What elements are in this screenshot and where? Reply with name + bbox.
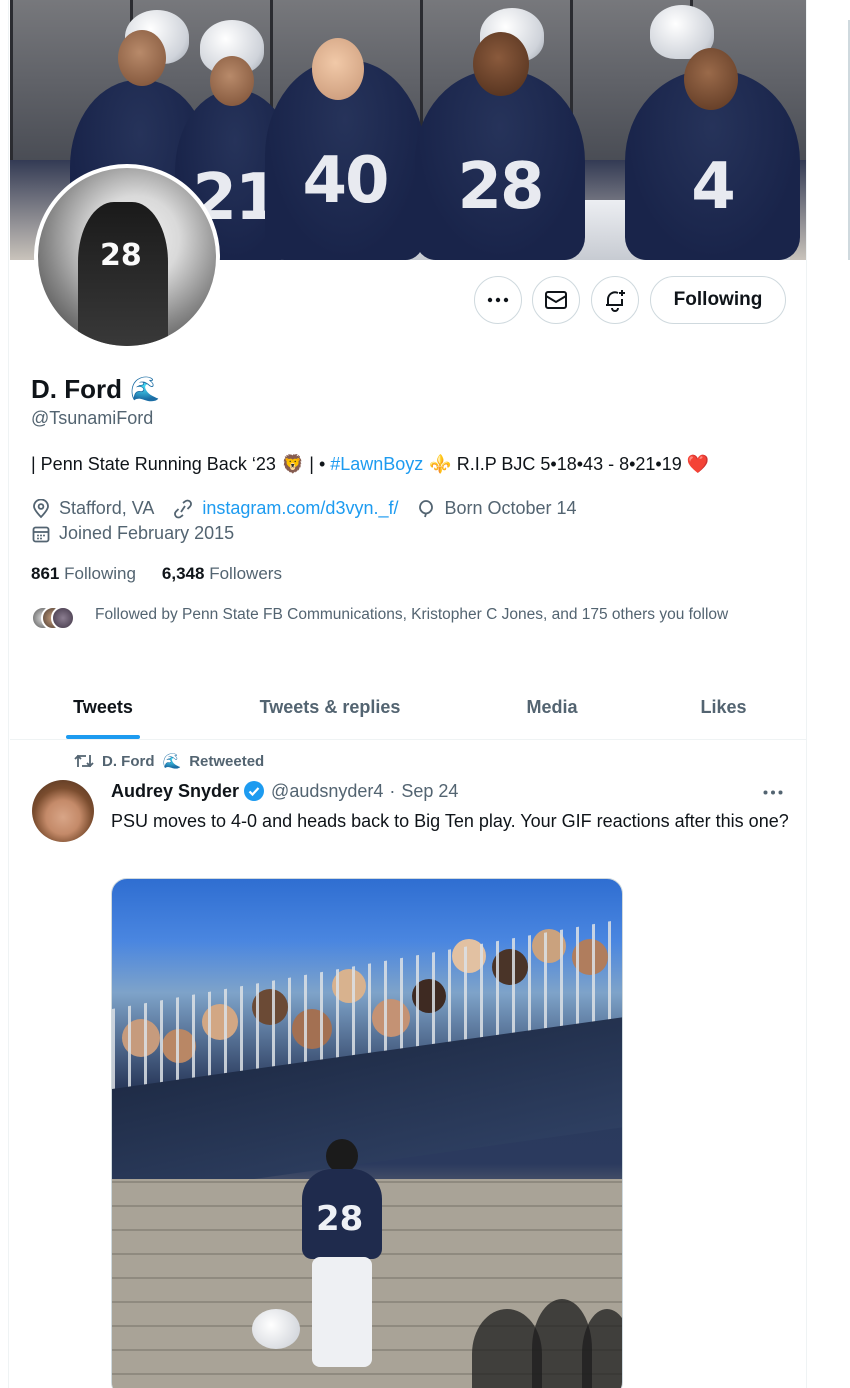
hashtag-link[interactable]: #LawnBoyz xyxy=(330,454,423,475)
tweet-text: PSU moves to 4-0 and heads back to Big T… xyxy=(111,811,789,831)
followers-label: Followers xyxy=(209,564,282,583)
website-item: instagram.com/d3vyn._f/ xyxy=(172,498,398,519)
display-name-text: D. Ford xyxy=(31,374,122,404)
website-link[interactable]: instagram.com/d3vyn._f/ xyxy=(202,498,398,519)
birthday-item: Born October 14 xyxy=(416,498,577,519)
more-dots-icon xyxy=(487,297,509,303)
verified-badge-icon xyxy=(244,781,265,801)
tweet-media-image[interactable]: 28 xyxy=(111,878,623,1388)
player-head xyxy=(684,48,738,110)
bio-text: R.I.P BJC 5•18•43 - 8•21•19 xyxy=(451,454,687,474)
tweet-author-avatar[interactable] xyxy=(32,780,94,842)
tab-media[interactable]: Media xyxy=(464,676,640,739)
helmet xyxy=(252,1309,300,1349)
tab-label: Media xyxy=(526,697,578,717)
tweet-date[interactable]: Sep 24 xyxy=(401,781,458,802)
location-text: Stafford, VA xyxy=(59,498,155,518)
jersey-number: 4 xyxy=(691,149,736,224)
tab-label: Tweets & replies xyxy=(259,697,401,717)
tweet-header: Audrey Snyder @audsnyder4 · Sep 24 xyxy=(111,780,458,802)
display-name: D. Ford 🌊 xyxy=(31,374,160,405)
follow-stats: 861 Following 6,348 Followers xyxy=(31,564,282,584)
birthday-text: Born October 14 xyxy=(444,498,577,518)
avatar-figure xyxy=(78,202,168,346)
jersey-number: 28 xyxy=(457,149,544,224)
separator-dot: · xyxy=(389,780,396,801)
tweet-more-button[interactable] xyxy=(760,780,786,804)
followed-by[interactable]: Followed by Penn State FB Communications… xyxy=(31,604,771,634)
balloon-icon xyxy=(419,499,434,517)
followed-by-text: Followed by Penn State FB Communications… xyxy=(95,606,729,623)
bio-text: | Penn State Running Back ‘23 xyxy=(31,454,276,474)
profile-handle: @TsunamiFord xyxy=(31,408,154,428)
joined-item: Joined February 2015 xyxy=(31,523,234,544)
following-button[interactable]: Following xyxy=(650,276,786,324)
link-icon xyxy=(174,499,193,518)
followers-count: 6,348 xyxy=(161,564,205,583)
profile-bio: | Penn State Running Back ‘23 🦁 | • #Law… xyxy=(31,454,709,475)
following-count: 861 xyxy=(31,564,60,583)
more-dots-icon xyxy=(763,790,783,794)
profile-avatar[interactable]: 28 xyxy=(34,164,220,350)
fleur-de-lis-emoji: ⚜️ xyxy=(429,454,452,474)
jersey-number: 40 xyxy=(302,144,389,218)
retweet-context: D. Ford 🌊 Retweeted xyxy=(74,752,264,770)
tweet-author-name[interactable]: Audrey Snyder xyxy=(111,781,239,802)
retweet-icon xyxy=(74,754,94,768)
player-head xyxy=(473,32,529,96)
profile-column: 3 21 40 28 4 28 xyxy=(8,0,807,1388)
retweeted-label: Retweeted xyxy=(189,752,265,770)
followed-by-avatars xyxy=(31,606,87,634)
bio-text: | • xyxy=(304,454,331,474)
following-stat[interactable]: 861 Following xyxy=(31,564,136,584)
tab-tweets[interactable]: Tweets xyxy=(10,676,196,739)
tab-label: Tweets xyxy=(73,697,133,717)
player-head xyxy=(312,38,364,100)
notifications-button[interactable] xyxy=(591,276,639,324)
joined-text: Joined February 2015 xyxy=(59,523,235,543)
avatar-jersey-number: 28 xyxy=(100,238,142,273)
wave-emoji: 🌊 xyxy=(162,753,182,770)
player-head xyxy=(118,30,166,86)
heart-emoji: ❤️ xyxy=(686,454,710,474)
more-options-button[interactable] xyxy=(474,276,522,324)
retweeter-name[interactable]: D. Ford xyxy=(102,753,155,770)
football-player: 28 xyxy=(252,1139,382,1379)
lion-emoji: 🦁 xyxy=(281,454,305,474)
media-jersey-number: 28 xyxy=(316,1199,364,1239)
location-item: Stafford, VA xyxy=(31,498,154,519)
tab-tweets-replies[interactable]: Tweets & replies xyxy=(196,676,464,739)
message-button[interactable] xyxy=(532,276,580,324)
location-pin-icon xyxy=(33,498,49,518)
player: 28 xyxy=(415,70,585,260)
bell-plus-icon xyxy=(606,290,625,312)
player-head xyxy=(210,56,254,106)
tab-likes[interactable]: Likes xyxy=(640,676,806,739)
profile-meta-joined: Joined February 2015 xyxy=(31,523,252,544)
tab-label: Likes xyxy=(700,697,747,717)
envelope-icon xyxy=(545,291,567,309)
active-tab-indicator xyxy=(66,735,140,739)
calendar-icon xyxy=(32,526,50,542)
followers-stat[interactable]: 6,348 Followers xyxy=(162,564,282,584)
follower-avatar xyxy=(51,606,75,630)
profile-meta: Stafford, VA instagram.com/d3vyn._f/ Bor… xyxy=(31,498,595,519)
wave-emoji: 🌊 xyxy=(130,376,160,403)
following-label: Following xyxy=(64,564,136,583)
profile-tabs: Tweets Tweets & replies Media Likes xyxy=(10,676,806,740)
tweet-author-handle[interactable]: @audsnyder4 xyxy=(271,781,383,802)
